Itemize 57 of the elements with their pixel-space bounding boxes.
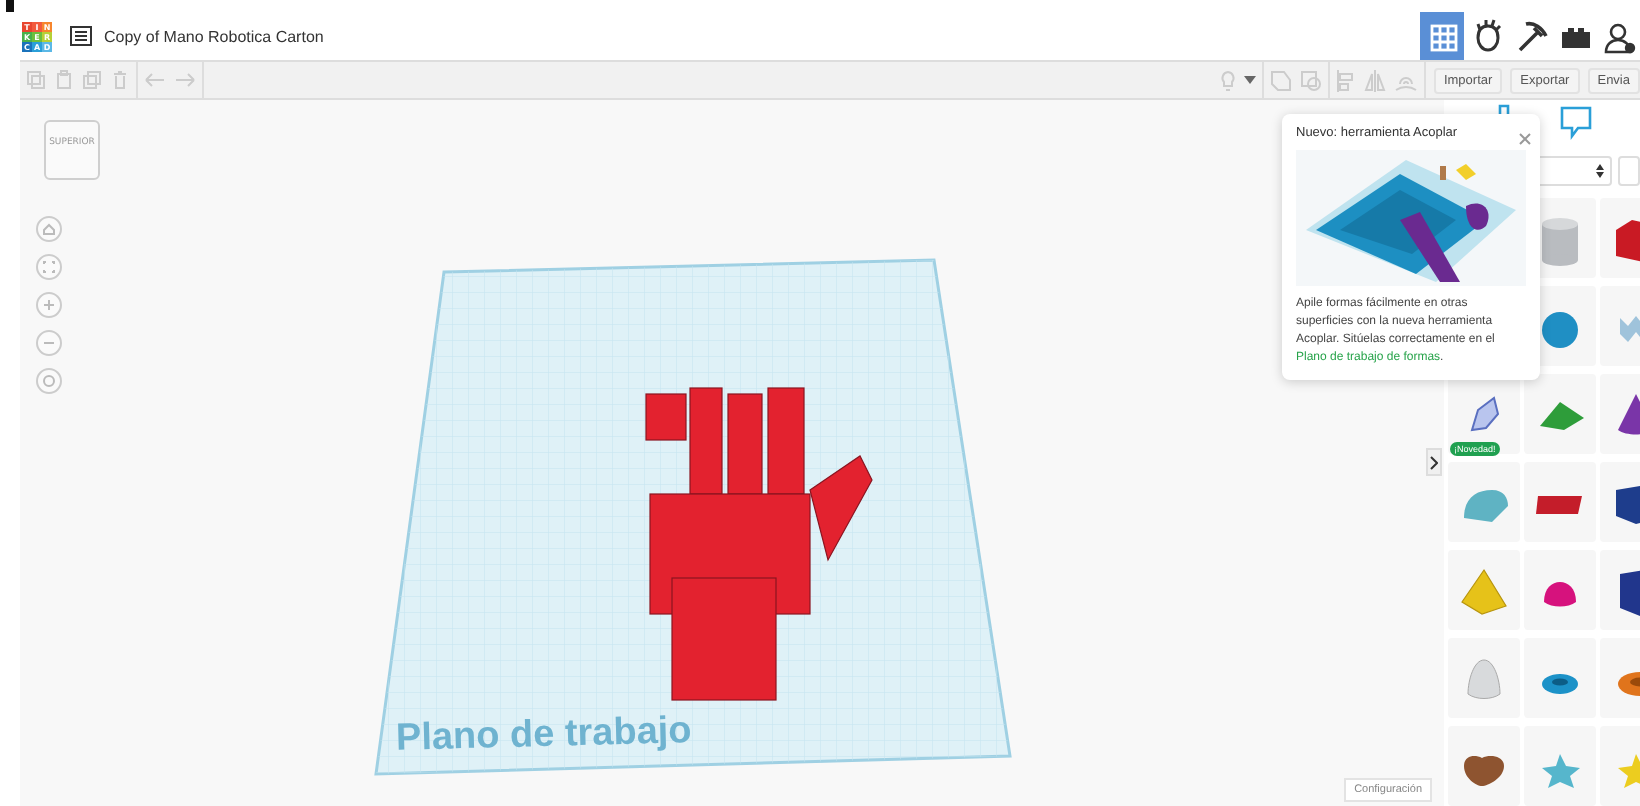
group-icon[interactable] xyxy=(1269,69,1292,91)
redo-icon[interactable] xyxy=(174,72,196,88)
box-icon xyxy=(1616,220,1640,262)
cursor-mark xyxy=(6,0,14,12)
user-icon xyxy=(1604,23,1636,54)
hand-icon xyxy=(1476,18,1502,52)
workplane-label: Plano de trabajo xyxy=(395,710,693,762)
grid-icon xyxy=(1430,24,1458,52)
text-shape-icon xyxy=(1536,496,1582,514)
shape-tile[interactable] xyxy=(1448,726,1520,806)
heart-icon xyxy=(1464,756,1504,786)
shape-tile[interactable] xyxy=(1524,462,1596,542)
cube-icon xyxy=(1616,486,1640,524)
duplicate-icon[interactable] xyxy=(82,70,102,90)
home-icon[interactable] xyxy=(36,216,62,242)
note-icon[interactable] xyxy=(1560,106,1592,142)
mirror-icon[interactable] xyxy=(1363,69,1386,91)
zoom-out-icon[interactable] xyxy=(36,330,62,356)
half-cylinder-icon xyxy=(1464,490,1508,522)
pyramid-icon xyxy=(1461,568,1507,615)
shape-tile[interactable] xyxy=(1448,638,1520,718)
bricks-icon xyxy=(1562,28,1590,48)
star-icon xyxy=(1618,754,1640,788)
tube-icon xyxy=(1618,672,1640,696)
perspective-icon[interactable] xyxy=(36,368,62,394)
shape-tile[interactable] xyxy=(1524,374,1596,454)
shape-tile[interactable] xyxy=(1524,638,1596,718)
trash-icon[interactable] xyxy=(110,70,130,90)
shape-tile[interactable] xyxy=(1448,462,1520,542)
align-icon[interactable] xyxy=(1335,69,1356,91)
pickaxe-icon xyxy=(1518,21,1548,52)
star-icon xyxy=(1542,754,1580,788)
wave-icon xyxy=(1620,316,1640,342)
cone-icon xyxy=(1618,394,1640,435)
shape-tile[interactable] xyxy=(1524,550,1596,630)
ungroup-icon[interactable] xyxy=(1299,69,1322,91)
collapse-panel-button[interactable] xyxy=(1426,448,1442,476)
list-icon[interactable] xyxy=(70,26,92,46)
sphere-icon xyxy=(1542,312,1578,348)
caret-icon[interactable] xyxy=(1243,76,1256,84)
copy-icon[interactable] xyxy=(26,70,46,90)
pen-nib-icon xyxy=(1470,396,1500,432)
cylinder-icon xyxy=(1542,218,1578,266)
paraboloid-icon xyxy=(1467,659,1501,699)
up-down-arrows-icon xyxy=(1596,164,1605,178)
shape-filter-dropdown[interactable] xyxy=(1618,156,1640,186)
wedge-icon xyxy=(1540,402,1584,430)
fit-view-icon[interactable] xyxy=(36,254,62,280)
shape-tile[interactable] xyxy=(1448,550,1520,630)
undo-icon[interactable] xyxy=(144,72,166,88)
shape-tile[interactable] xyxy=(1524,726,1596,806)
torus-icon xyxy=(1542,674,1578,694)
paste-icon[interactable] xyxy=(54,70,74,90)
document-title[interactable]: Copy of Mano Robotica Carton xyxy=(104,27,324,45)
chevron-right-icon xyxy=(1430,455,1438,469)
prism-icon xyxy=(1620,570,1640,616)
zoom-in-icon[interactable] xyxy=(36,292,62,318)
